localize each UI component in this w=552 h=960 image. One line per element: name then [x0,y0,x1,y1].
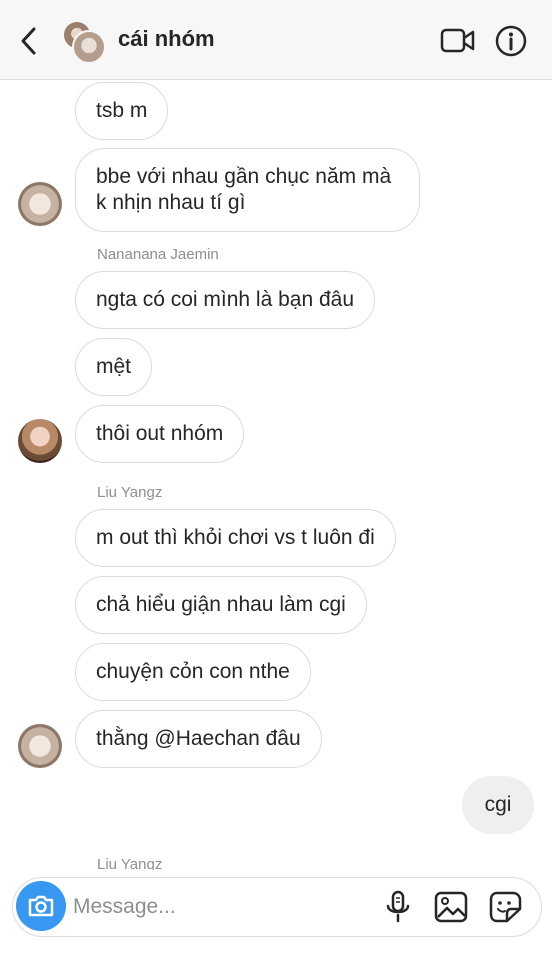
microphone-icon [386,890,410,923]
sticker-icon [489,891,522,923]
info-icon [495,25,527,57]
sender-name: Nananana Jaemin [97,246,219,263]
camera-button[interactable] [16,881,66,931]
sender-avatar[interactable] [18,724,62,768]
message-bubble[interactable]: thằng @Haechan đâu [75,710,322,768]
gallery-button[interactable] [433,890,469,924]
back-button[interactable] [14,24,44,58]
chat-header: cái nhóm [0,0,552,80]
chevron-left-icon [21,27,36,55]
message-bubble[interactable]: tsb m [75,82,169,140]
sticker-button[interactable] [487,890,523,924]
sender-name: Liu Yangz [97,484,163,501]
member-avatar [72,30,106,64]
message-thread[interactable]: tsb m bbe với nhau gần chục năm mà k nhị… [0,80,552,870]
message-bubble[interactable]: chuyện cỏn con nthe [75,643,311,701]
message-bubble[interactable]: thôi out nhóm [75,405,245,463]
own-message-bubble[interactable]: cgi [462,776,534,834]
sender-avatar[interactable] [18,182,62,226]
message-bubble[interactable]: bbe với nhau gần chục năm mà k nhịn nhau… [75,148,420,232]
message-bubble[interactable]: chả hiểu giận nhau làm cgi [75,576,367,634]
conversation-title[interactable]: cái nhóm [118,26,215,52]
video-call-button[interactable] [440,26,476,56]
voice-message-button[interactable] [383,890,413,924]
video-camera-icon [440,28,475,53]
sender-name: Liu Yangz [97,856,163,870]
message-bubble[interactable]: mệt [75,338,153,396]
sender-avatar[interactable] [18,419,62,463]
info-button[interactable] [494,24,528,58]
group-avatar[interactable] [62,20,106,64]
camera-icon [28,895,54,917]
message-input[interactable] [71,888,325,926]
message-composer [12,877,542,937]
message-bubble[interactable]: ngta có coi mình là bạn đâu [75,271,376,329]
message-bubble[interactable]: m out thì khỏi chơi vs t luôn đi [75,509,396,567]
gallery-icon [434,891,468,923]
